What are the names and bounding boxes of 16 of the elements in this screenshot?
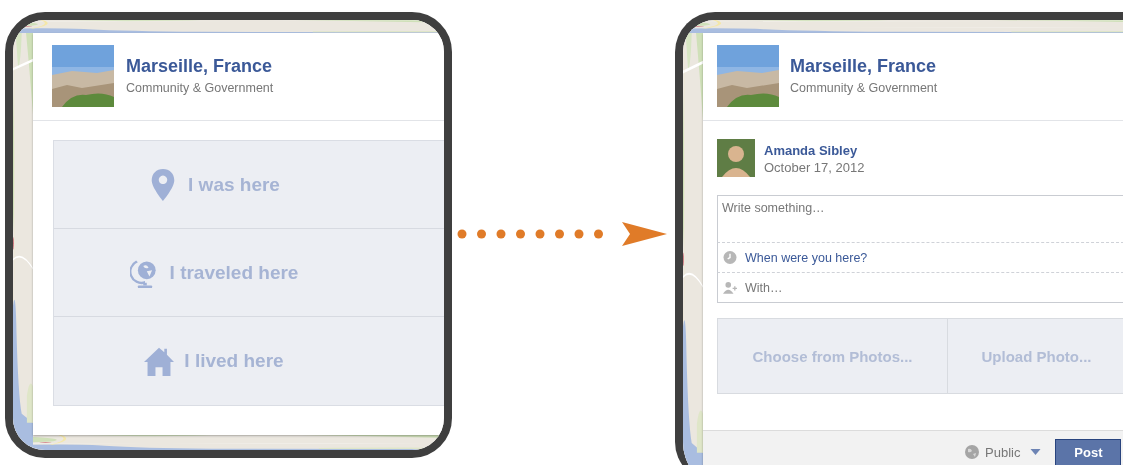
post-button[interactable]: Post bbox=[1055, 438, 1122, 465]
place-name[interactable]: Marseille, France bbox=[790, 56, 938, 77]
avatar bbox=[717, 139, 755, 177]
post-date: October 17, 2012 bbox=[764, 160, 865, 175]
place-name[interactable]: Marseille, France bbox=[126, 56, 274, 77]
globe-icon bbox=[965, 445, 979, 459]
caret-icon bbox=[1030, 449, 1042, 455]
place-category: Community & Government bbox=[790, 81, 938, 95]
house-icon bbox=[144, 345, 175, 377]
privacy-selector[interactable]: Public bbox=[965, 444, 1042, 460]
clock-icon bbox=[723, 251, 737, 264]
when-link[interactable]: When were you here? bbox=[745, 250, 868, 265]
place-category: Community & Government bbox=[126, 81, 274, 95]
post-input-field[interactable]: Write something… bbox=[717, 195, 1123, 243]
author-name[interactable]: Amanda Sibley bbox=[764, 143, 865, 158]
add-person-icon bbox=[723, 281, 737, 294]
